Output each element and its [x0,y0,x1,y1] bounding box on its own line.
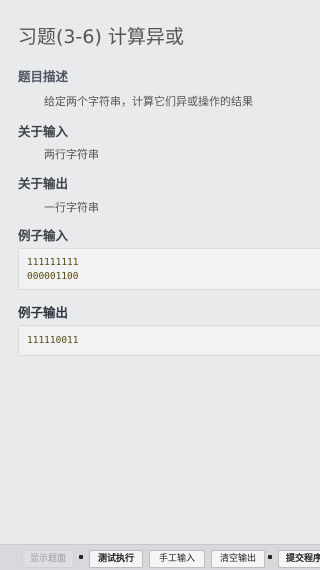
sample-input-line: 000001100 [27,271,79,282]
description-heading: 题目描述 [18,69,69,84]
description-text: 给定两个字符串，计算它们异或操作的结果 [44,95,253,108]
show-title-button[interactable]: 显示题面 [22,550,74,568]
output-text: 一行字符串 [44,201,99,214]
input-text: 两行字符串 [44,148,99,161]
sample-input-heading: 例子输入 [18,228,69,243]
dropdown-caret-icon[interactable] [79,555,83,559]
output-heading: 关于输出 [18,176,69,191]
sample-output-heading: 例子输出 [18,305,69,320]
sample-output-box: 111110011 [18,325,320,356]
bottom-toolbar: 显示题面 测试执行 手工输入 清空输出 提交程序 [0,544,320,570]
submit-button[interactable]: 提交程序 [278,550,320,568]
clear-output-button[interactable]: 清空输出 [211,550,265,568]
input-heading: 关于输入 [18,124,69,139]
problem-page: 习题(3-6) 计算异或 题目描述 给定两个字符串，计算它们异或操作的结果 关于… [0,0,320,569]
test-run-button[interactable]: 测试执行 [89,550,143,568]
sample-output-line: 111110011 [27,335,79,346]
sample-input-line: 111111111 [27,257,79,268]
dropdown-caret-icon[interactable] [268,555,272,559]
manual-input-button[interactable]: 手工输入 [149,550,205,568]
page-title: 习题(3-6) 计算异或 [18,26,184,48]
sample-input-box: 111111111 000001100 [18,248,320,290]
